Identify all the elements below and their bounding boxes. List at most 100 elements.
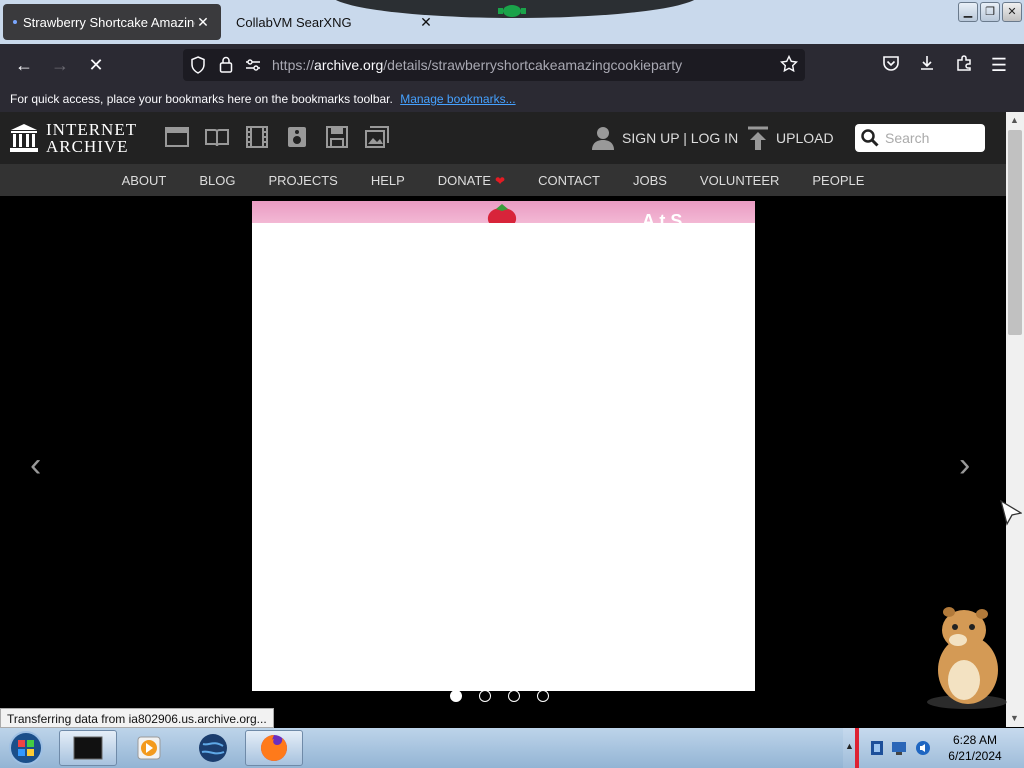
stop-loading-icon[interactable]: ✕ bbox=[85, 54, 107, 76]
carousel-dot-1[interactable] bbox=[450, 690, 462, 702]
heart-icon: ❤ bbox=[495, 173, 506, 188]
ia-search-box[interactable] bbox=[855, 124, 985, 152]
cover-title: A t S bbox=[642, 211, 683, 223]
carousel-dot-4[interactable] bbox=[537, 690, 549, 702]
green-blob-icon bbox=[498, 5, 526, 17]
globe-icon bbox=[199, 734, 227, 762]
forward-icon[interactable]: → bbox=[49, 54, 71, 76]
nav-jobs[interactable]: JOBS bbox=[633, 173, 667, 188]
media-player-icon bbox=[137, 736, 161, 760]
start-button[interactable] bbox=[6, 730, 46, 766]
web-page: INTERNET ARCHIVE SIGN UP | LOG IN UPLOAD… bbox=[0, 112, 1006, 727]
manage-bookmarks-link[interactable]: Manage bookmarks... bbox=[400, 92, 515, 106]
nav-people[interactable]: PEOPLE bbox=[812, 173, 864, 188]
next-arrow-icon[interactable]: › bbox=[959, 446, 970, 485]
clock-time: 6:28 AM bbox=[952, 733, 998, 747]
permissions-icon[interactable] bbox=[245, 58, 261, 72]
hamster-image bbox=[927, 607, 1007, 709]
mouse-cursor-icon bbox=[1000, 500, 1022, 526]
downloads-icon[interactable] bbox=[916, 54, 938, 76]
upload-link[interactable]: UPLOAD bbox=[748, 126, 834, 150]
signup-login-link[interactable]: SIGN UP | LOG IN bbox=[622, 130, 738, 146]
taskbar-clock[interactable]: 6:28 AM 6/21/2024 bbox=[940, 732, 1010, 764]
nav-donate-label: DONATE bbox=[437, 172, 492, 188]
logo-line2: ARCHIVE bbox=[46, 137, 129, 156]
account-links[interactable]: SIGN UP | LOG IN bbox=[592, 126, 738, 150]
loading-indicator-icon bbox=[13, 20, 17, 24]
cover-banner: A t S bbox=[252, 201, 755, 223]
pocket-icon[interactable] bbox=[880, 54, 902, 76]
logo-line1: INTERNET bbox=[46, 120, 138, 139]
book-icon[interactable] bbox=[205, 126, 229, 148]
archive-building-icon bbox=[10, 124, 38, 152]
lock-icon[interactable] bbox=[219, 56, 233, 73]
ia-search-input[interactable] bbox=[885, 130, 981, 146]
window-controls: ▁ ❐ ✕ bbox=[958, 2, 1022, 22]
extensions-icon[interactable] bbox=[953, 54, 975, 76]
bookmark-star-icon[interactable] bbox=[780, 55, 798, 73]
shield-icon[interactable] bbox=[190, 56, 206, 74]
audio-icon[interactable] bbox=[285, 126, 309, 148]
back-icon[interactable]: ← bbox=[13, 54, 35, 76]
logo-text: INTERNET ARCHIVE bbox=[46, 121, 137, 155]
tab-label: Strawberry Shortcake Amazing bbox=[23, 14, 195, 30]
url-host: archive.org bbox=[314, 57, 384, 73]
image-icon[interactable] bbox=[365, 126, 389, 148]
close-tab-icon[interactable]: ✕ bbox=[195, 14, 211, 31]
taskbar-network[interactable] bbox=[184, 730, 242, 766]
carousel-dot-3[interactable] bbox=[508, 690, 520, 702]
url-path: /details/strawberryshortcakeamazingcooki… bbox=[383, 57, 683, 73]
ia-nav-bar: ABOUT BLOG PROJECTS HELP DONATE ❤ CONTACT… bbox=[0, 164, 1006, 196]
tab-collabvm[interactable]: CollabVM SearXNG ✕ bbox=[226, 4, 444, 40]
clock-date: 6/21/2024 bbox=[948, 749, 1002, 763]
upload-label: UPLOAD bbox=[776, 130, 834, 146]
close-tab-icon[interactable]: ✕ bbox=[418, 14, 434, 31]
bookmarks-toolbar: For quick access, place your bookmarks h… bbox=[0, 86, 1024, 112]
firefox-icon bbox=[261, 735, 287, 761]
menu-icon[interactable]: ☰ bbox=[988, 54, 1010, 76]
previous-arrow-icon[interactable]: ‹ bbox=[30, 446, 41, 485]
volume-tray-icon[interactable] bbox=[915, 740, 931, 756]
scroll-up-icon[interactable]: ▲ bbox=[1010, 115, 1019, 125]
terminal-icon bbox=[73, 736, 103, 760]
url-text[interactable]: https://archive.org/details/strawberrysh… bbox=[272, 57, 682, 73]
nav-about[interactable]: ABOUT bbox=[122, 173, 167, 188]
nav-projects[interactable]: PROJECTS bbox=[268, 173, 337, 188]
carousel-dot-2[interactable] bbox=[479, 690, 491, 702]
tab-strawberry[interactable]: Strawberry Shortcake Amazing ✕ bbox=[3, 4, 221, 40]
image-carousel: A t S ‹ › bbox=[0, 196, 1006, 727]
upload-icon bbox=[748, 126, 768, 150]
scroll-thumb[interactable] bbox=[1008, 130, 1022, 335]
film-icon[interactable] bbox=[245, 126, 269, 148]
minimize-button[interactable]: ▁ bbox=[958, 2, 978, 22]
nav-volunteer[interactable]: VOLUNTEER bbox=[700, 173, 779, 188]
software-icon[interactable] bbox=[325, 126, 349, 148]
taskbar-media-player[interactable] bbox=[120, 730, 178, 766]
strawberry-icon bbox=[487, 204, 517, 223]
taskbar: ▲ 6:28 AM 6/21/2024 bbox=[0, 728, 1024, 768]
tray-divider bbox=[855, 728, 859, 768]
close-window-button[interactable]: ✕ bbox=[1002, 2, 1022, 22]
show-hidden-icons-icon[interactable]: ▲ bbox=[845, 741, 854, 751]
web-icon[interactable] bbox=[165, 126, 189, 148]
carousel-image[interactable]: A t S bbox=[252, 201, 755, 691]
tray-app-icon[interactable] bbox=[869, 740, 885, 756]
ia-header: INTERNET ARCHIVE SIGN UP | LOG IN UPLOAD bbox=[0, 112, 1006, 164]
taskbar-terminal[interactable] bbox=[59, 730, 117, 766]
url-scheme: https:// bbox=[272, 57, 315, 73]
nav-help[interactable]: HELP bbox=[371, 173, 405, 188]
tab-strip: Strawberry Shortcake Amazing ✕ CollabVM … bbox=[0, 0, 1024, 44]
restore-button[interactable]: ❐ bbox=[980, 2, 1000, 22]
scroll-down-icon[interactable]: ▼ bbox=[1010, 713, 1019, 723]
network-tray-icon[interactable] bbox=[891, 740, 909, 756]
status-text: Transferring data from ia802906.us.archi… bbox=[0, 708, 274, 728]
search-icon[interactable] bbox=[861, 129, 879, 147]
tab-label: CollabVM SearXNG bbox=[236, 14, 352, 30]
nav-donate[interactable]: DONATE ❤ bbox=[438, 173, 505, 188]
ia-logo[interactable]: INTERNET ARCHIVE bbox=[10, 121, 137, 155]
nav-blog[interactable]: BLOG bbox=[199, 173, 235, 188]
nav-contact[interactable]: CONTACT bbox=[538, 173, 600, 188]
taskbar-firefox[interactable] bbox=[245, 730, 303, 766]
user-icon bbox=[592, 127, 614, 150]
bookmarks-hint: For quick access, place your bookmarks h… bbox=[10, 92, 393, 106]
